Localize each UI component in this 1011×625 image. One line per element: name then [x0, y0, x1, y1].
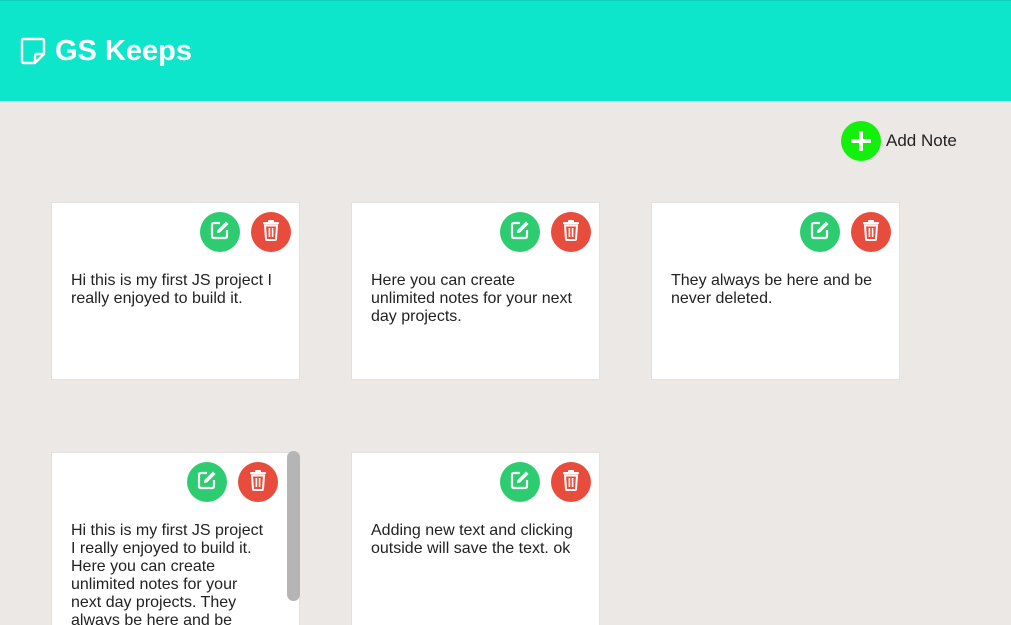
trash-icon[interactable] — [248, 469, 268, 496]
edit-button[interactable] — [200, 212, 240, 252]
note-card: Hi this is my first JS project I really … — [51, 452, 300, 625]
app-title: GS Keeps — [55, 35, 192, 67]
note-text[interactable]: Here you can create unlimited notes for … — [371, 272, 572, 326]
brand: GS Keeps — [20, 31, 192, 71]
note-card: They always be here and be never deleted… — [651, 202, 900, 380]
note-text[interactable]: Adding new text and clicking outside wil… — [371, 522, 573, 558]
note-card: Adding new text and clicking outside wil… — [351, 452, 600, 625]
sticky-note-icon — [20, 37, 46, 65]
note-text[interactable]: They always be here and be never deleted… — [671, 272, 872, 308]
trash-icon[interactable] — [261, 219, 281, 246]
add-note-button[interactable]: Add Note — [841, 121, 957, 161]
edit-icon[interactable] — [509, 469, 531, 496]
delete-button[interactable] — [251, 212, 291, 252]
edit-icon[interactable] — [509, 219, 531, 246]
delete-button[interactable] — [238, 462, 278, 502]
edit-button[interactable] — [187, 462, 227, 502]
edit-button[interactable] — [800, 212, 840, 252]
trash-icon[interactable] — [561, 219, 581, 246]
trash-icon[interactable] — [861, 219, 881, 246]
delete-button[interactable] — [851, 212, 891, 252]
delete-button[interactable] — [551, 462, 591, 502]
edit-icon[interactable] — [209, 219, 231, 246]
note-scrollbar[interactable] — [287, 451, 300, 601]
note-text[interactable]: Hi this is my first JS project I really … — [71, 272, 272, 308]
edit-button[interactable] — [500, 212, 540, 252]
note-card: Here you can create unlimited notes for … — [351, 202, 600, 380]
edit-icon[interactable] — [809, 219, 831, 246]
delete-button[interactable] — [551, 212, 591, 252]
add-note-label[interactable]: Add Note — [886, 131, 957, 151]
trash-icon[interactable] — [561, 469, 581, 496]
edit-icon[interactable] — [196, 469, 218, 496]
note-text[interactable]: Hi this is my first JS project I really … — [71, 522, 263, 625]
app-header: GS Keeps — [0, 0, 1011, 101]
plus-icon[interactable] — [841, 121, 881, 161]
edit-button[interactable] — [500, 462, 540, 502]
note-card: Hi this is my first JS project I really … — [51, 202, 300, 380]
